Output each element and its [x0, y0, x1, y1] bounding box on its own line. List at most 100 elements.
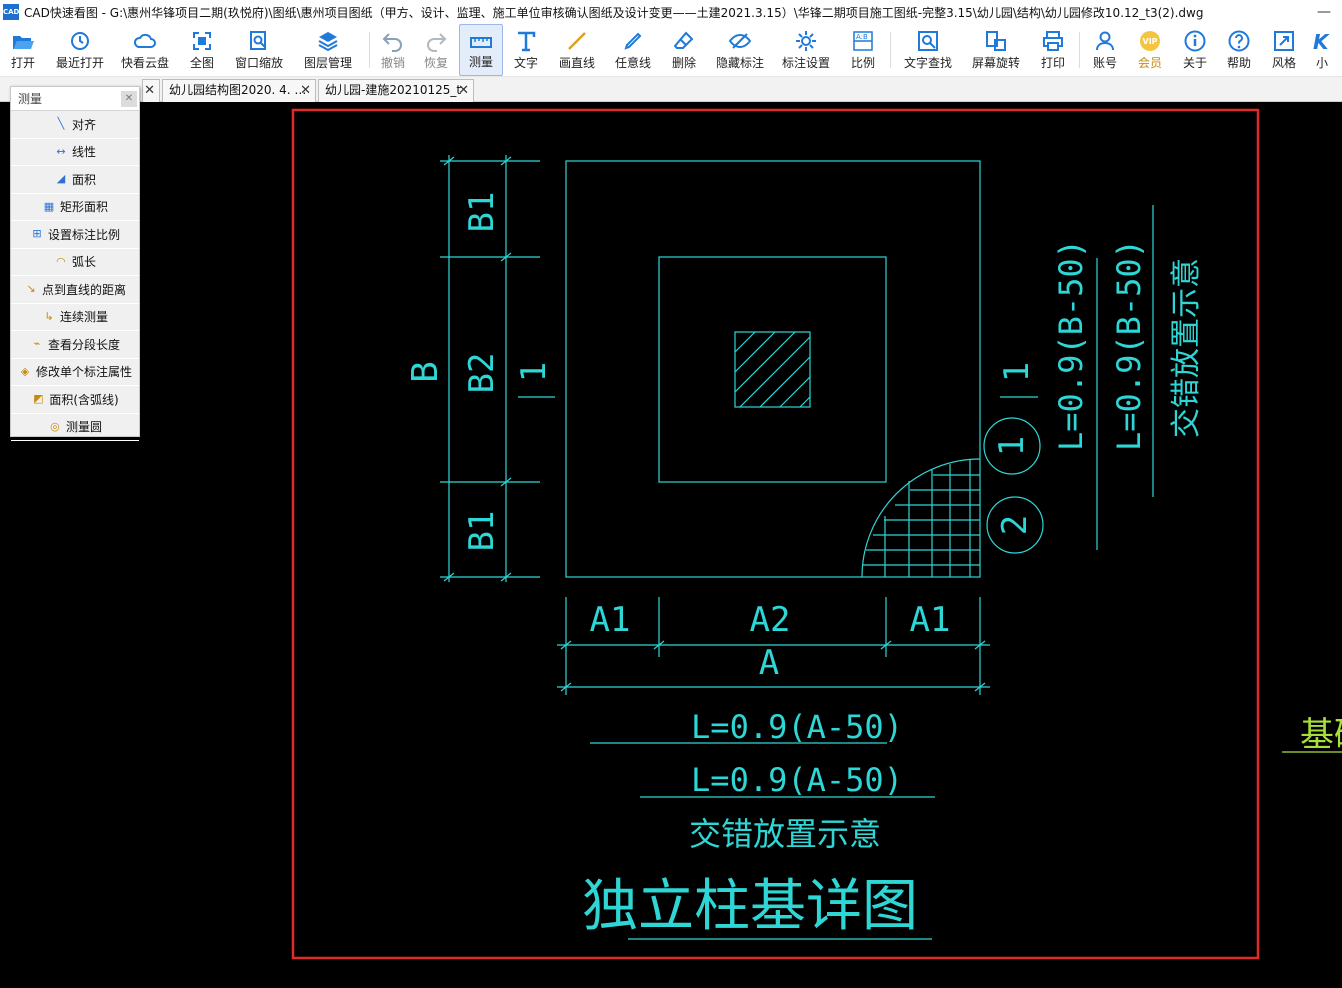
tab-close-hidden[interactable]: ✕ — [142, 79, 160, 102]
dim-b1-top-text: B1 — [462, 192, 502, 233]
measure-item-label: 设置标注比例 — [47, 227, 120, 242]
svg-text:VIP: VIP — [1143, 37, 1158, 46]
annotation-settings-label: 标注设置 — [781, 56, 830, 70]
text-icon — [518, 31, 536, 52]
delete-button[interactable]: 删除 — [661, 24, 707, 76]
section-left-text: 1 — [514, 362, 554, 382]
note-stagger-b-text: 交错放置示意 — [1169, 258, 1204, 438]
print-label: 打印 — [1040, 56, 1065, 70]
bubble-1-text: 1 — [992, 436, 1032, 456]
redo-button[interactable]: 恢复 — [413, 24, 459, 76]
bubble-2-text: 2 — [995, 515, 1035, 535]
text-search-button[interactable]: 文字查找 — [894, 24, 962, 76]
info-icon — [1184, 30, 1206, 52]
measure-item-label: 面积 — [71, 172, 96, 187]
column-section — [734, 331, 811, 408]
text-button[interactable]: 文字 — [503, 24, 549, 76]
measure-panel: 测量 ✕ ╲ 对齐 ↔ 线性 ◢ 面积 ▦ 矩形面积 ⊞ 设置标注比例 ◠ 弧长 ↘ 点到直线… — [10, 86, 140, 441]
measure-panel-close-icon[interactable]: ✕ — [121, 91, 137, 107]
hide-annotation-button[interactable]: 隐藏标注 — [707, 24, 773, 76]
measure-item-align[interactable]: ╲ 对齐 — [11, 111, 139, 139]
cloud-button[interactable]: 快看云盘 — [114, 24, 176, 76]
circle-measure-icon: ◎ — [50, 419, 60, 433]
undo-label: 撤销 — [380, 56, 405, 70]
layer-manager-button[interactable]: 图层管理 — [290, 24, 366, 76]
open-button[interactable]: 打开 — [0, 24, 46, 76]
measure-item-rect-area[interactable]: ▦ 矩形面积 — [11, 194, 139, 221]
side-label-text: 基础 — [1300, 715, 1342, 755]
tab-close-icon[interactable]: ✕ — [458, 80, 469, 101]
tab-close-icon[interactable]: ✕ — [144, 80, 155, 101]
measure-item-edit-annotation[interactable]: ◈ 修改单个标注属性 — [11, 359, 139, 386]
draw-line-label: 画直线 — [558, 56, 595, 70]
measure-item-scale-setting[interactable]: ⊞ 设置标注比例 — [11, 221, 139, 249]
measure-item-circle[interactable]: ◎ 测量圆 — [11, 414, 139, 441]
measure-item-label: 点到直线的距离 — [41, 282, 126, 297]
drawing-text: B1 B2 B1 B 1 1 1 2 A1 A2 A1 A L=0.9(A-50… — [405, 192, 1148, 799]
align-measure-icon: ╲ — [57, 117, 65, 131]
edit-annotation-icon: ◈ — [20, 364, 30, 378]
arc-length-icon: ◠ — [56, 254, 66, 268]
help-label: 帮助 — [1226, 56, 1251, 70]
history-icon — [71, 32, 89, 50]
undo-button[interactable]: 撤销 — [373, 24, 413, 76]
draw-line-button[interactable]: 画直线 — [549, 24, 605, 76]
main-toolbar: 打开 最近打开 快看云盘 全图 窗口缩放 图层管理 撤销 恢复 测量 文字 画直… — [0, 24, 1342, 77]
dim-a-text: A — [759, 643, 779, 683]
toolbar-separator — [1079, 32, 1080, 68]
vip-button[interactable]: VIP 会员 — [1127, 24, 1173, 76]
segment-length-icon: ⌁ — [33, 337, 41, 351]
tab-structure-drawing[interactable]: 幼儿园结构图2020. 4. … ✕ — [162, 79, 316, 102]
zoom-window-label: 窗口缩放 — [234, 56, 283, 70]
toolbar-separator — [369, 32, 370, 68]
measure-item-label: 弧长 — [71, 255, 96, 270]
full-view-button[interactable]: 全图 — [176, 24, 228, 76]
measure-item-label: 线性 — [71, 145, 96, 160]
style-label: 风格 — [1271, 56, 1296, 70]
measure-item-label: 查看分段长度 — [47, 337, 120, 352]
scale-button[interactable]: A:B 比例 — [839, 24, 887, 76]
account-button[interactable]: 账号 — [1083, 24, 1127, 76]
cloud-label: 快看云盘 — [120, 56, 169, 70]
style-button[interactable]: 风格 — [1261, 24, 1307, 76]
tab-architecture-drawing[interactable]: 幼儿园-建施20210125_t ✕ — [318, 79, 474, 102]
measure-button[interactable]: 测量 — [459, 24, 503, 76]
mini-label: 小 — [1315, 56, 1328, 70]
measure-item-label: 连续测量 — [59, 310, 108, 325]
fullscreen-icon — [193, 32, 211, 50]
tab-close-icon[interactable]: ✕ — [300, 80, 311, 101]
measure-item-continuous[interactable]: ↳ 连续测量 — [11, 304, 139, 331]
layer-manager-label: 图层管理 — [303, 56, 352, 70]
freehand-button[interactable]: 任意线 — [605, 24, 661, 76]
measure-item-arc-area[interactable]: ◩ 面积(含弧线) — [11, 386, 139, 414]
rebar-arc — [861, 458, 981, 578]
measure-item-point-line-distance[interactable]: ↘ 点到直线的距离 — [11, 276, 139, 304]
vip-icon: VIP — [1140, 31, 1160, 51]
minimize-button[interactable]: — — [1306, 4, 1342, 20]
measure-item-label: 修改单个标注属性 — [35, 365, 132, 380]
eraser-icon — [673, 31, 694, 49]
line-icon — [568, 32, 586, 50]
measure-item-area[interactable]: ◢ 面积 — [11, 166, 139, 194]
measure-item-arc-length[interactable]: ◠ 弧长 — [11, 249, 139, 276]
linear-measure-icon: ↔ — [56, 144, 66, 158]
recent-button[interactable]: 最近打开 — [46, 24, 114, 76]
svg-text:A:B: A:B — [856, 33, 868, 41]
pen-icon — [624, 32, 642, 50]
measure-item-segment-length[interactable]: ⌁ 查看分段长度 — [11, 331, 139, 359]
annotation-settings-button[interactable]: 标注设置 — [773, 24, 839, 76]
mini-button[interactable]: K 小 — [1307, 24, 1337, 76]
point-line-distance-icon: ↘ — [26, 282, 36, 296]
zoom-window-button[interactable]: 窗口缩放 — [228, 24, 290, 76]
help-button[interactable]: 帮助 — [1217, 24, 1261, 76]
print-button[interactable]: 打印 — [1030, 24, 1076, 76]
about-button[interactable]: 关于 — [1173, 24, 1217, 76]
redo-icon — [427, 33, 447, 52]
open-label: 打开 — [10, 56, 35, 70]
rotate-screen-button[interactable]: 屏幕旋转 — [962, 24, 1030, 76]
dim-a1-left-text: A1 — [590, 600, 631, 640]
note-b-2-text: L=0.9(B-50) — [1110, 239, 1148, 451]
measure-item-linear[interactable]: ↔ 线性 — [11, 139, 139, 166]
cad-drawing-canvas[interactable]: B1 B2 B1 B 1 1 1 2 A1 A2 A1 A L=0.9(A-50… — [0, 102, 1342, 988]
drawing-title-text: 独立柱基详图 — [582, 874, 918, 939]
